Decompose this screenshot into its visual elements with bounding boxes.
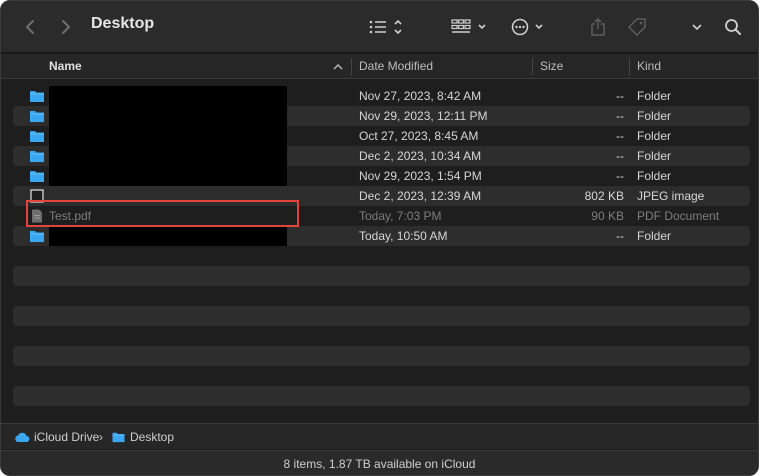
tag-icon	[628, 18, 646, 36]
window-title: Desktop	[91, 15, 155, 32]
path-bar: iCloud Drive › Desktop	[1, 423, 758, 449]
file-size: --	[616, 89, 624, 103]
sort-ascending-icon[interactable]	[333, 63, 343, 71]
file-date: Nov 29, 2023, 1:54 PM	[359, 169, 482, 183]
file-date: Today, 10:50 AM	[359, 229, 448, 243]
chevron-left-icon	[25, 20, 34, 34]
folder-icon	[30, 111, 44, 122]
empty-row	[13, 346, 750, 366]
status-bar: 8 items, 1.87 TB available on iCloud	[1, 450, 758, 475]
file-size: --	[616, 169, 624, 183]
file-kind: JPEG image	[637, 189, 705, 203]
ellipsis-circle-icon	[511, 18, 543, 36]
highlight-box	[26, 200, 299, 227]
file-kind: Folder	[637, 169, 672, 183]
column-kind[interactable]: Kind	[637, 54, 661, 79]
forward-button[interactable]	[55, 1, 77, 53]
file-kind: Folder	[637, 149, 672, 163]
column-date-modified[interactable]: Date Modified	[359, 54, 433, 79]
file-date: Nov 29, 2023, 12:11 PM	[359, 109, 488, 123]
chevron-down-icon	[692, 24, 702, 31]
file-date: Nov 27, 2023, 8:42 AM	[359, 89, 482, 103]
file-kind: Folder	[637, 129, 672, 143]
file-size: 90 KB	[591, 209, 624, 223]
empty-row	[13, 386, 750, 406]
finder-window: Desktop Name Date Modified Size Kind Nov…	[0, 0, 759, 476]
path-separator: ›	[99, 430, 103, 444]
back-button[interactable]	[19, 1, 41, 53]
share-icon	[591, 17, 605, 36]
file-date: Today, 7:03 PM	[359, 209, 442, 223]
file-date: Dec 2, 2023, 10:34 AM	[359, 149, 482, 163]
toolbar: Desktop	[1, 1, 758, 53]
column-size[interactable]: Size	[540, 54, 563, 79]
empty-row	[13, 266, 750, 286]
file-size: --	[616, 129, 624, 143]
chevron-right-icon	[62, 20, 71, 34]
file-size: 802 KB	[584, 189, 624, 203]
column-separator[interactable]	[629, 58, 630, 75]
redaction-block	[49, 227, 287, 246]
file-kind: Folder	[637, 89, 672, 103]
empty-row	[13, 306, 750, 326]
tag-button[interactable]	[623, 1, 651, 53]
path-item-icloud[interactable]: iCloud Drive	[14, 424, 99, 450]
file-size: --	[616, 109, 624, 123]
search-button[interactable]	[721, 1, 745, 53]
path-item-desktop[interactable]: Desktop	[111, 424, 174, 450]
list-view-icon	[369, 19, 402, 35]
file-size: --	[616, 149, 624, 163]
grid-group-icon	[451, 19, 486, 33]
file-date: Oct 27, 2023, 8:45 AM	[359, 129, 479, 143]
column-name[interactable]: Name	[49, 54, 82, 79]
file-kind: Folder	[637, 109, 672, 123]
folder-icon	[30, 231, 44, 242]
view-mode-button[interactable]	[365, 1, 407, 53]
file-kind: PDF Document	[637, 209, 720, 223]
group-button[interactable]	[449, 1, 489, 53]
path-label-icloud: iCloud Drive	[34, 430, 100, 444]
folder-icon	[30, 151, 44, 162]
more-toolbar-button[interactable]	[687, 1, 707, 53]
column-separator[interactable]	[532, 58, 533, 75]
folder-icon	[112, 432, 125, 443]
file-size: --	[616, 229, 624, 243]
path-label-desktop: Desktop	[130, 430, 175, 444]
folder-icon	[30, 131, 44, 142]
column-header: Name Date Modified Size Kind	[1, 54, 758, 79]
file-date: Dec 2, 2023, 12:39 AM	[359, 189, 482, 203]
magnifying-glass-icon	[725, 19, 741, 35]
share-button[interactable]	[587, 1, 609, 53]
action-button[interactable]	[509, 1, 549, 53]
cloud-icon	[15, 432, 30, 442]
folder-icon	[30, 171, 44, 182]
folder-icon	[30, 91, 44, 102]
redaction-block	[49, 86, 287, 186]
file-kind: Folder	[637, 229, 672, 243]
column-separator[interactable]	[351, 58, 352, 75]
